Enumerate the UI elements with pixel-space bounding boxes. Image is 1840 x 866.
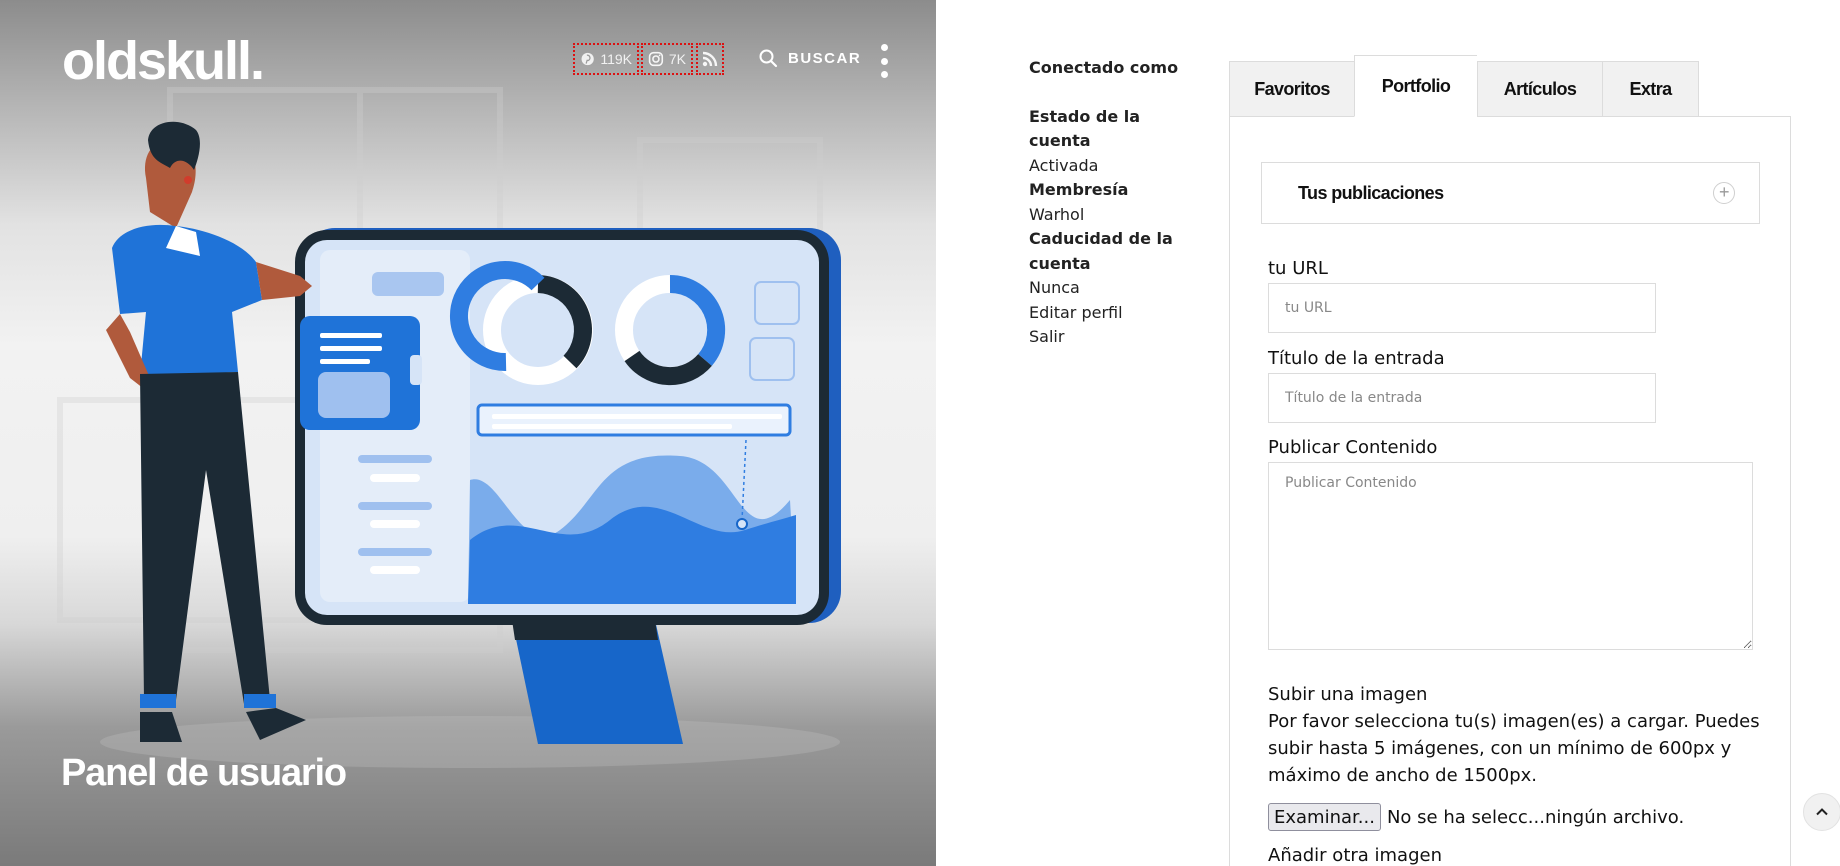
expiry-value: Nunca xyxy=(1029,278,1080,297)
publications-accordion[interactable]: Tus publicaciones + xyxy=(1261,162,1760,224)
file-input-row: Examinar... No se ha selecc...ningún arc… xyxy=(1268,803,1684,831)
tab-articulos[interactable]: Artículos xyxy=(1477,61,1602,117)
account-info: Conectado como Estado de la cuenta Activ… xyxy=(1029,56,1199,350)
more-menu-icon[interactable] xyxy=(874,44,894,78)
pinterest-count: 119K xyxy=(600,51,632,67)
membership-label: Membresía xyxy=(1029,180,1129,199)
search-icon xyxy=(759,49,778,68)
expand-plus-icon[interactable]: + xyxy=(1713,182,1735,204)
tab-favoritos[interactable]: Favoritos xyxy=(1229,61,1354,117)
no-file-text: No se ha selecc...ningún archivo. xyxy=(1386,806,1685,828)
dashboard-illustration xyxy=(57,87,841,768)
account-status-label: Estado de la cuenta xyxy=(1029,106,1141,151)
tab-portfolio[interactable]: Portfolio xyxy=(1354,55,1477,117)
search-button[interactable]: BUSCAR xyxy=(758,48,861,68)
url-input[interactable] xyxy=(1268,283,1656,333)
instagram-icon xyxy=(648,51,664,67)
hero-banner: oldskull. 119K 7K BUSCAR Panel de usuari… xyxy=(0,0,936,866)
url-label: tu URL xyxy=(1268,258,1328,279)
content-label: Publicar Contenido xyxy=(1268,437,1438,458)
accordion-title: Tus publicaciones xyxy=(1298,182,1444,203)
tab-extra[interactable]: Extra xyxy=(1602,61,1699,117)
site-logo[interactable]: oldskull. xyxy=(62,30,265,92)
rss-icon xyxy=(702,51,718,67)
chevron-up-icon xyxy=(1816,808,1828,816)
edit-profile-link[interactable]: Editar perfil xyxy=(1029,301,1199,326)
connected-as-label: Conectado como xyxy=(1029,58,1179,77)
add-image-link[interactable]: Añadir otra imagen xyxy=(1268,845,1442,866)
entry-title-input[interactable] xyxy=(1268,373,1656,423)
browse-button[interactable]: Examinar... xyxy=(1268,803,1381,831)
page-title: Panel de usuario xyxy=(61,752,347,794)
membership-value: Warhol xyxy=(1029,204,1085,224)
instagram-count: 7K xyxy=(668,51,686,67)
pinterest-icon xyxy=(581,52,594,66)
upload-image-label: Subir una imagen xyxy=(1268,684,1428,705)
content-textarea[interactable] xyxy=(1268,462,1753,650)
upload-help-text: Por favor selecciona tu(s) imagen(es) a … xyxy=(1268,711,1760,786)
expiry-label: Caducidad de la cuenta xyxy=(1029,229,1173,273)
account-status-value: Activada xyxy=(1029,155,1099,175)
scroll-to-top-button[interactable] xyxy=(1803,793,1840,831)
rss-link[interactable] xyxy=(696,43,724,75)
instagram-link[interactable]: 7K xyxy=(641,43,693,75)
account-tabs: Favoritos Portfolio Artículos Extra xyxy=(1229,55,1699,117)
pinterest-link[interactable]: 119K xyxy=(573,43,639,75)
search-label: BUSCAR xyxy=(788,49,862,67)
entry-title-label: Título de la entrada xyxy=(1268,348,1445,369)
logout-link[interactable]: Salir xyxy=(1029,325,1199,350)
